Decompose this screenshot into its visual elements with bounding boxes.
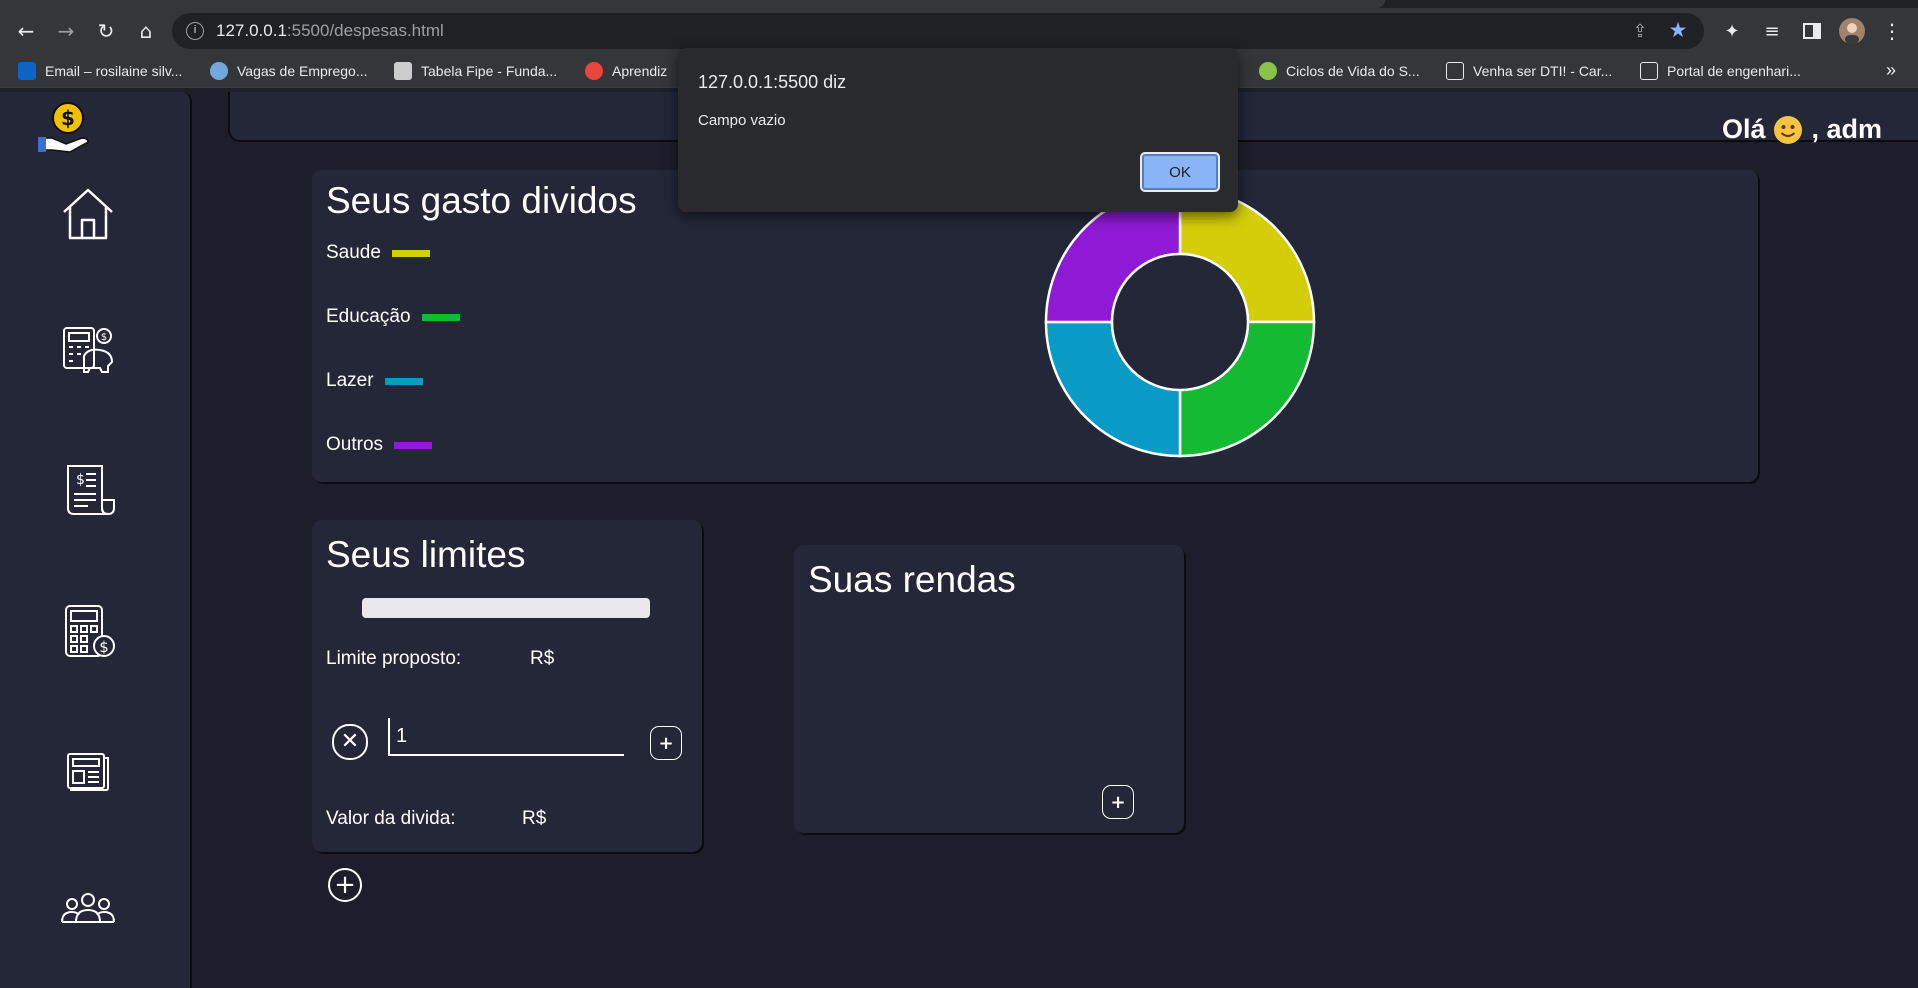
bookmark-label: Vagas de Emprego... [237,63,368,79]
debt-value: R$ [522,808,547,829]
legend-label: Lazer [326,370,374,391]
expenses-title: Seus gasto dividos [326,180,637,221]
ciclos-icon [1259,62,1277,80]
legend-swatch [391,249,430,257]
receipt-icon[interactable]: $ [58,460,118,520]
legend-item: Saude [326,242,430,264]
add-limit-button[interactable]: + [650,726,682,760]
calculator-piggy-icon[interactable]: $ [58,320,118,380]
bookmarks-more-icon[interactable]: » [1886,60,1896,81]
greeting-text: Olá [1721,114,1766,144]
bookmark-email[interactable]: Email – rosilaine silv... [18,60,182,82]
bookmark-portal[interactable]: Portal de engenhari... [1640,60,1801,82]
bookmark-label: Aprendiz [612,63,668,79]
profile-avatar[interactable] [1836,15,1868,47]
aprendiz-icon [585,62,603,80]
legend-swatch [421,313,460,321]
back-icon[interactable]: ← [10,15,42,47]
legend-item: Lazer [326,370,423,392]
bookmark-aprendiz[interactable]: Aprendiz [585,60,667,82]
vagas-icon [210,62,228,80]
bookmark-dti[interactable]: Venha ser DTI! - Car... [1446,60,1612,82]
side-panel-icon[interactable] [1796,15,1828,47]
bookmark-label: Email – rosilaine silv... [45,63,183,79]
svg-text:$: $ [61,106,75,130]
browser-menu-icon[interactable]: ⋮ [1876,15,1908,47]
proposed-limit-value: R$ [530,648,555,669]
expenses-card: Seus gasto dividos Saude Educação Lazer … [312,170,1758,482]
income-card: Suas rendas + [794,545,1184,833]
app-root: $ $ $ $ Olá , adm Seus gasto dividos Sau… [0,88,1918,988]
home-browser-icon[interactable]: ⌂ [130,15,162,47]
outlook-icon [18,62,36,80]
reload-icon[interactable]: ↻ [90,15,122,47]
bookmark-ciclos[interactable]: Ciclos de Vida do S... [1259,60,1420,82]
active-tab[interactable] [0,0,1385,8]
svg-text:$: $ [76,472,85,488]
debt-value-label: Valor da divida: [326,808,456,829]
dialog-message: Campo vazio [698,112,786,129]
site-info-icon[interactable]: i [186,22,204,40]
url-path: :5500/despesas.html [286,21,444,40]
legend-item: Educação [326,306,460,328]
bookmark-label: Venha ser DTI! - Car... [1473,63,1613,79]
bookmark-label: Ciclos de Vida do S... [1286,63,1420,79]
address-bar[interactable]: i 127.0.0.1:5500/despesas.html ⇪ ★ [172,13,1704,49]
add-income-button[interactable]: + [1102,785,1134,819]
dialog-ok-button[interactable]: OK [1140,152,1220,192]
limits-card: Seus limites Limite proposto: R$ ✕ + Val… [312,520,702,852]
bookmark-star-icon[interactable]: ★ [1666,19,1690,43]
fipe-icon [394,62,412,80]
legend-item: Outros [326,434,433,456]
user-greeting: Olá , adm [1722,114,1882,145]
limits-title: Seus limites [326,534,526,575]
forward-icon[interactable]: → [50,15,82,47]
bookmark-label: Tabela Fipe - Funda... [421,63,558,79]
url-text[interactable]: 127.0.0.1:5500/despesas.html [216,21,444,41]
legend-label: Outros [326,434,384,455]
smile-emoji-icon [1774,115,1803,144]
money-hand-icon[interactable]: $ [36,98,96,158]
bookmark-fipe[interactable]: Tabela Fipe - Funda... [394,60,557,82]
legend-label: Saude [326,242,381,263]
calculator-coin-icon[interactable]: $ [58,602,118,662]
limit-input[interactable] [388,718,624,756]
svg-text:$: $ [101,332,107,343]
limit-progress-bar [362,598,650,618]
proposed-limit-label: Limite proposto: [326,648,462,669]
newspaper-icon[interactable] [58,740,118,800]
legend-label: Educação [326,306,411,327]
people-icon[interactable] [58,880,118,940]
expenses-donut-chart [1044,186,1316,458]
sidebar: $ $ $ $ [0,92,192,988]
income-title: Suas rendas [808,559,1016,600]
clear-input-button[interactable]: ✕ [332,724,368,760]
dialog-title: 127.0.0.1:5500 diz [698,72,847,92]
home-icon[interactable] [58,184,118,244]
donut-hole [1110,252,1250,392]
dti-icon [1640,62,1658,80]
url-host: 127.0.0.1 [216,21,287,40]
extensions-icon[interactable]: ✦ [1716,15,1748,47]
dti-icon [1446,62,1464,80]
legend-swatch [384,377,423,385]
svg-text:$: $ [99,638,109,656]
add-debt-button[interactable]: + [328,868,362,902]
bookmark-label: Portal de engenhari... [1667,63,1801,79]
legend-swatch [394,441,433,449]
bookmark-vagas[interactable]: Vagas de Emprego... [210,60,367,82]
username-text: , adm [1811,114,1882,144]
alert-dialog: 127.0.0.1:5500 diz Campo vazio OK [678,48,1238,212]
share-icon[interactable]: ⇪ [1628,19,1652,43]
media-icon[interactable]: ≡ [1756,15,1788,47]
